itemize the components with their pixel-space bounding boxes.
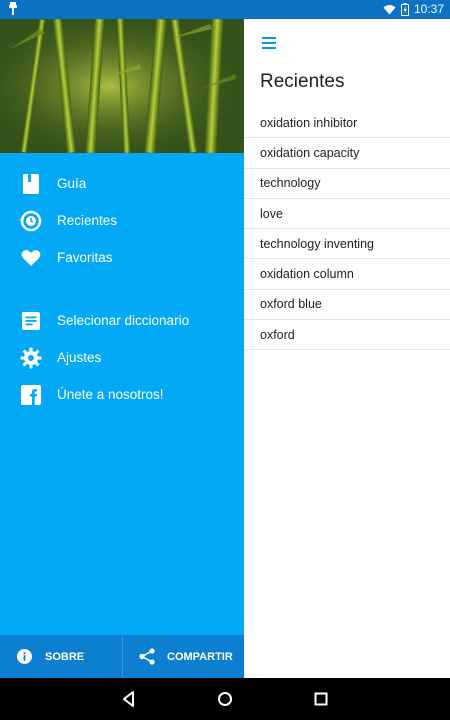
main-panel: Recientes oxidation inhibitor oxidation … (244, 19, 450, 678)
history-icon (20, 210, 42, 231)
home-icon[interactable] (214, 688, 236, 710)
system-nav-bar (0, 678, 450, 720)
menu-item-favoritas[interactable]: Favoritas (0, 239, 244, 276)
drawer-header-image (0, 19, 244, 153)
list-item[interactable]: technology inventing (244, 229, 450, 260)
share-button[interactable]: COMPARTIR (122, 635, 244, 678)
menu-item-label: Ajustes (57, 350, 102, 365)
book-icon (23, 173, 39, 194)
menu-item-guia[interactable]: Guía (0, 165, 244, 202)
menu-item-label: Únete a nosotros! (57, 387, 164, 402)
share-icon (139, 648, 155, 665)
menu-item-label: Recientes (57, 213, 118, 228)
bamboo-image (0, 19, 244, 153)
clock: 10:37 (413, 2, 444, 16)
about-button[interactable]: SOBRE (0, 635, 122, 678)
list-item[interactable]: technology (244, 169, 450, 199)
menu-item-label: Selecionar diccionario (57, 313, 190, 328)
back-icon[interactable] (118, 688, 140, 710)
page-title: Recientes (260, 71, 345, 92)
navigation-drawer: Guía Recientes Favoritas Selecionar dicc… (0, 19, 244, 678)
list-item[interactable]: love (244, 199, 450, 230)
share-label: COMPARTIR (167, 650, 233, 663)
menu-icon[interactable] (262, 37, 276, 49)
list-item[interactable]: oxidation inhibitor (244, 108, 450, 139)
heart-icon (21, 249, 41, 266)
menu-item-selecionar-diccionario[interactable]: Selecionar diccionario (0, 302, 244, 339)
menu-item-label: Guía (57, 176, 87, 191)
info-icon (17, 649, 32, 664)
list-item[interactable]: oxidation column (244, 259, 450, 290)
wifi-icon (383, 5, 396, 15)
list-item[interactable]: oxidation capacity (244, 138, 450, 169)
status-bar: 10:37 (0, 0, 450, 19)
list-item[interactable]: oxford (244, 320, 450, 351)
document-icon (22, 311, 40, 330)
about-label: SOBRE (45, 650, 85, 663)
menu-item-unete[interactable]: Únete a nosotros! (0, 376, 244, 413)
drawer-bottom-bar: SOBRE COMPARTIR (0, 635, 244, 678)
menu-item-ajustes[interactable]: Ajustes (0, 339, 244, 376)
battery-icon (400, 3, 409, 16)
facebook-icon (21, 384, 41, 405)
list-item[interactable]: oxford blue (244, 290, 450, 321)
usb-icon (9, 2, 17, 15)
menu-item-recientes[interactable]: Recientes (0, 202, 244, 239)
gear-icon (20, 347, 42, 368)
menu-item-label: Favoritas (57, 250, 113, 265)
recents-icon[interactable] (310, 688, 332, 710)
recent-list: oxidation inhibitor oxidation capacity t… (244, 108, 450, 351)
